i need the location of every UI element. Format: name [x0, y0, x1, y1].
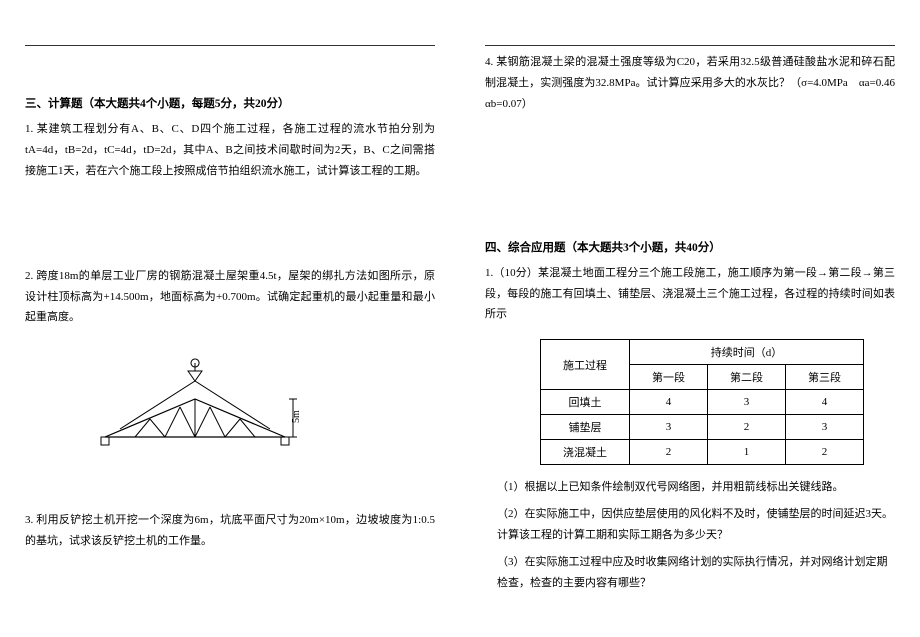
cell: 2	[786, 440, 864, 465]
question-3-2: 2. 跨度18m的单层工业厂房的钢筋混凝土屋架重4.5t，屋架的绑扎方法如图所示…	[25, 266, 435, 329]
cell: 4	[630, 390, 708, 415]
cell: 3	[708, 390, 786, 415]
q41-text: 1.（10分）某混凝土地面工程分三个施工段施工，施工顺序为第一段→第二段→第三段…	[485, 267, 895, 321]
question-3-1: 1. 某建筑工程划分有A、B、C、D四个施工过程，各施工过程的流水节拍分别为tA…	[25, 119, 435, 182]
table-row: 铺垫层 3 2 3	[541, 415, 864, 440]
duration-table: 施工过程 持续时间（d） 第一段 第二段 第三段 回填土 4 3 4 铺垫层 3…	[540, 339, 864, 465]
cell: 铺垫层	[541, 415, 630, 440]
figure-dim-label: 5m	[291, 410, 302, 423]
cell: 2	[630, 440, 708, 465]
th-c3: 第三段	[786, 365, 864, 390]
q2-text: 2. 跨度18m的单层工业厂房的钢筋混凝土屋架重4.5t，屋架的绑扎方法如图所示…	[25, 270, 435, 324]
sub-question-2: （2）在实际施工中，因供应垫层使用的风化料不及时，使铺垫层的时间延迟3天。计算该…	[485, 504, 895, 546]
question-3-4: 4. 某钢筋混凝土梁的混凝土强度等级为C20，若采用32.5级普通硅酸盐水泥和碎…	[485, 52, 895, 115]
section4-heading: 四、综合应用题（本大题共3个小题，共40分）	[485, 239, 895, 255]
page-rule-left	[25, 45, 435, 46]
page-rule-right	[485, 45, 895, 46]
cell: 4	[786, 390, 864, 415]
gap	[25, 196, 435, 266]
th-dur: 持续时间（d）	[630, 340, 864, 365]
cell: 2	[708, 415, 786, 440]
sub-question-1: （1）根据以上已知条件绘制双代号网络图，并用粗箭线标出关键线路。	[485, 477, 895, 498]
cell: 浇混凝土	[541, 440, 630, 465]
table-row: 浇混凝土 2 1 2	[541, 440, 864, 465]
q3-text: 3. 利用反铲挖土机开挖一个深度为6m，坑底平面尺寸为20m×10m，边坡坡度为…	[25, 514, 435, 547]
table-row: 回填土 4 3 4	[541, 390, 864, 415]
sub-question-3: （3）在实际施工过程中应及时收集网络计划的实际执行情况，并对网络计划定期检查，检…	[485, 552, 895, 594]
th-proc: 施工过程	[541, 340, 630, 390]
cell: 3	[630, 415, 708, 440]
question-4-1-intro: 1.（10分）某混凝土地面工程分三个施工段施工，施工顺序为第一段→第二段→第三段…	[485, 263, 895, 326]
left-column: 三、计算题（本大题共4个小题，每题5分，共20分） 1. 某建筑工程划分有A、B…	[0, 0, 460, 637]
gap2	[25, 465, 435, 510]
table-row: 施工过程 持续时间（d）	[541, 340, 864, 365]
cell: 1	[708, 440, 786, 465]
question-3-3: 3. 利用反铲挖土机开挖一个深度为6m，坑底平面尺寸为20m×10m，边坡坡度为…	[25, 510, 435, 552]
cell: 3	[786, 415, 864, 440]
section3-heading: 三、计算题（本大题共4个小题，每题5分，共20分）	[25, 95, 435, 111]
q4-text: 4. 某钢筋混凝土梁的混凝土强度等级为C20，若采用32.5级普通硅酸盐水泥和碎…	[485, 56, 906, 110]
truss-figure: 5m	[85, 357, 305, 452]
th-c1: 第一段	[630, 365, 708, 390]
gap3	[485, 129, 895, 239]
th-c2: 第二段	[708, 365, 786, 390]
q1-text: 1. 某建筑工程划分有A、B、C、D四个施工过程，各施工过程的流水节拍分别为tA…	[25, 123, 435, 177]
right-column: 4. 某钢筋混凝土梁的混凝土强度等级为C20，若采用32.5级普通硅酸盐水泥和碎…	[460, 0, 920, 637]
cell: 回填土	[541, 390, 630, 415]
